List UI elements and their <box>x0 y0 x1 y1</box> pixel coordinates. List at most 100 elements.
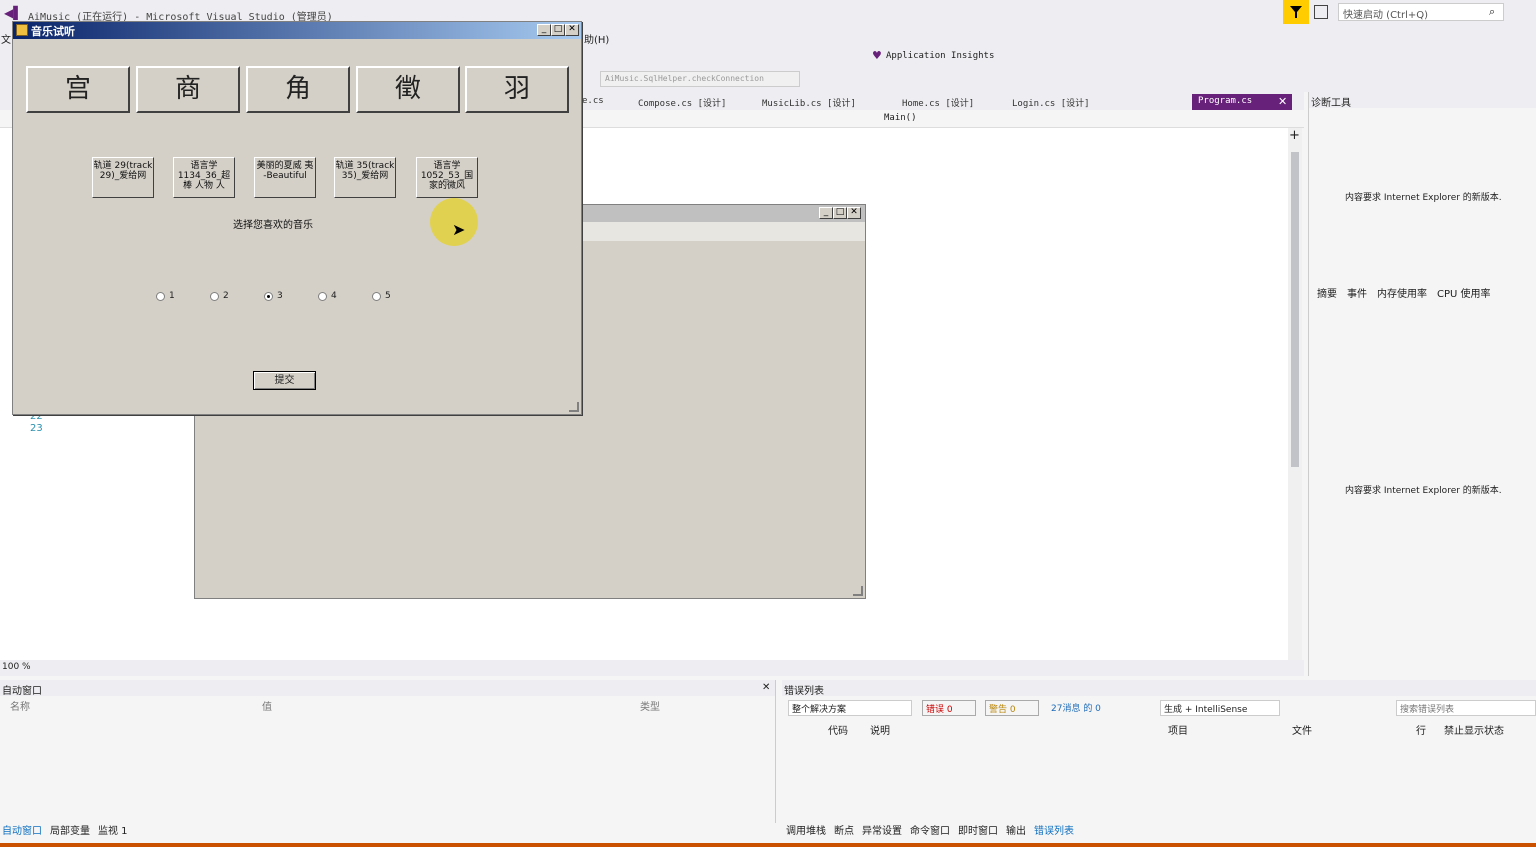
resize-grip[interactable] <box>853 586 863 596</box>
app-icon <box>16 24 28 36</box>
line-number: 23 <box>30 423 43 434</box>
radio-option-5[interactable]: 5 <box>372 291 391 301</box>
tab-summary[interactable]: 摘要 <box>1317 285 1337 300</box>
submit-button[interactable]: 提交 <box>253 371 316 390</box>
col-code: 代码 <box>828 726 848 737</box>
radio-label: 4 <box>331 291 337 301</box>
application-insights-button[interactable]: Application Insights <box>886 51 994 61</box>
tab-call-stack[interactable]: 调用堆栈 <box>786 822 826 840</box>
diag-message: 内容要求 Internet Explorer 的新版本. <box>1345 193 1502 203</box>
tab-breakpoints[interactable]: 断点 <box>834 822 854 840</box>
close-button[interactable]: ✕ <box>847 207 861 219</box>
tab-program[interactable]: Program.cs <box>1192 94 1292 110</box>
tone-button-gong[interactable]: 宫 <box>26 66 130 113</box>
close-icon[interactable]: ✕ <box>762 682 770 693</box>
diag-title: 诊断工具 <box>1309 92 1536 109</box>
scope-dropdown[interactable]: 整个解决方案 <box>788 700 912 716</box>
tab-command[interactable]: 命令窗口 <box>910 822 950 840</box>
error-list-panel: 错误列表 整个解决方案 错误 0 警告 0 27消息 的 0 生成 + Inte… <box>782 680 1536 823</box>
tab-close-icon[interactable]: ✕ <box>1278 95 1287 108</box>
tone-button-shang[interactable]: 商 <box>136 66 240 113</box>
resize-grip[interactable] <box>569 402 579 412</box>
col-desc: 说明 <box>870 726 890 737</box>
vs-logo-icon: ◀▌ <box>4 6 23 20</box>
tab-output[interactable]: 输出 <box>1006 822 1026 840</box>
col-suppress: 禁止显示状态 <box>1444 726 1504 737</box>
feedback-icon[interactable] <box>1314 5 1328 19</box>
minimize-button[interactable]: _ <box>537 24 551 36</box>
song-button-1[interactable]: 轨道 29(track 29)_爱给网 <box>92 157 154 198</box>
window-title: 音乐试听 <box>13 22 581 39</box>
radio-label: 2 <box>223 291 229 301</box>
radio-option-2[interactable]: 2 <box>210 291 229 301</box>
build-dropdown[interactable]: 生成 + IntelliSense <box>1160 700 1280 716</box>
radio-label: 5 <box>385 291 391 301</box>
maximize-button[interactable]: □ <box>833 207 847 219</box>
sqlhelper-dropdown[interactable]: AiMusic.SqlHelper.checkConnection <box>600 71 800 87</box>
search-error-input[interactable]: 搜索错误列表 <box>1396 700 1536 716</box>
tab-compose[interactable]: Compose.cs [设计] <box>632 94 732 110</box>
menu-help[interactable]: 助(H) <box>584 31 609 46</box>
radio-option-1[interactable]: 1 <box>156 291 175 301</box>
song-button-4[interactable]: 轨道 35(track 35)_爱给网 <box>334 157 396 198</box>
tab-memory[interactable]: 内存使用率 <box>1377 285 1427 300</box>
tone-button-jue[interactable]: 角 <box>246 66 350 113</box>
diag-tabs: 摘要 事件 内存使用率 CPU 使用率 <box>1317 285 1491 300</box>
tab-error-list[interactable]: 错误列表 <box>1034 822 1074 840</box>
scrollbar-thumb[interactable] <box>1291 152 1299 467</box>
minimize-button[interactable]: _ <box>819 207 833 219</box>
auto-window-panel: 自动窗口 名称 值 类型 ✕ <box>0 680 776 823</box>
messages-filter[interactable]: 27消息 的 0 <box>1048 700 1122 716</box>
radio-dot-selected[interactable] <box>264 291 273 301</box>
col-project: 项目 <box>1168 726 1188 737</box>
quick-launch-input[interactable]: 快速启动 (Ctrl+Q) <box>1338 3 1504 21</box>
tab-musiclib[interactable]: MusicLib.cs [设计] <box>756 94 862 110</box>
radio-dot[interactable] <box>372 291 381 301</box>
error-list-title: 错误列表 <box>782 680 1536 697</box>
member-dropdown[interactable]: Main() <box>884 113 917 123</box>
warnings-filter[interactable]: 警告 0 <box>985 700 1039 716</box>
tone-button-zhi[interactable]: 徵 <box>356 66 460 113</box>
diagnostic-tools-panel: 诊断工具 内容要求 Internet Explorer 的新版本. 摘要 事件 … <box>1308 92 1536 676</box>
insights-icon: ♥ <box>872 49 882 62</box>
tab-login[interactable]: Login.cs [设计] <box>1006 94 1096 110</box>
song-button-3[interactable]: 美丽的夏威 夷 -Beautiful <box>254 157 316 198</box>
add-icon[interactable]: + <box>1289 128 1300 143</box>
radio-option-3[interactable]: 3 <box>264 291 283 301</box>
col-value: 值 <box>262 702 272 713</box>
search-icon: ⌕ <box>1489 5 1496 18</box>
radio-label: 1 <box>169 291 175 301</box>
status-bar <box>0 843 1536 847</box>
close-button[interactable]: ✕ <box>565 24 579 36</box>
auto-window-title: 自动窗口 <box>0 680 775 697</box>
bottom-right-tabs: 调用堆栈 断点 异常设置 命令窗口 即时窗口 输出 错误列表 <box>786 822 1074 840</box>
errors-filter[interactable]: 错误 0 <box>922 700 976 716</box>
col-file: 文件 <box>1292 726 1312 737</box>
song-button-5[interactable]: 语言学 1052_53_国 家的微风 <box>416 157 478 198</box>
tab-auto-window[interactable]: 自动窗口 <box>2 822 42 840</box>
filter-icon[interactable] <box>1283 0 1309 24</box>
song-button-2[interactable]: 语言学 1134_36_超 棒 人物 人 <box>173 157 235 198</box>
tab-events[interactable]: 事件 <box>1347 285 1367 300</box>
diag-message: 内容要求 Internet Explorer 的新版本. <box>1345 486 1502 496</box>
zoom-level[interactable]: 100 % <box>0 660 1304 676</box>
radio-dot[interactable] <box>318 291 327 301</box>
radio-dot[interactable] <box>210 291 219 301</box>
radio-option-4[interactable]: 4 <box>318 291 337 301</box>
music-listen-window: 音乐试听 _ □ ✕ 宫 商 角 徵 羽 轨道 29(track 29)_爱给网… <box>12 21 582 415</box>
menu-file[interactable]: 文 <box>1 31 11 46</box>
radio-dot[interactable] <box>156 291 165 301</box>
col-line: 行 <box>1416 726 1426 737</box>
tab-cpu[interactable]: CPU 使用率 <box>1437 285 1491 300</box>
tab-watch[interactable]: 监视 1 <box>98 822 128 840</box>
tab-immediate[interactable]: 即时窗口 <box>958 822 998 840</box>
prompt-label: 选择您喜欢的音乐 <box>233 220 313 231</box>
maximize-button[interactable]: □ <box>551 24 565 36</box>
tab-exceptions[interactable]: 异常设置 <box>862 822 902 840</box>
tone-button-yu[interactable]: 羽 <box>465 66 569 113</box>
col-name: 名称 <box>10 702 30 713</box>
radio-label: 3 <box>277 291 283 301</box>
tab-locals[interactable]: 局部变量 <box>50 822 90 840</box>
tab-home[interactable]: Home.cs [设计] <box>896 94 980 110</box>
col-type: 类型 <box>640 702 660 713</box>
